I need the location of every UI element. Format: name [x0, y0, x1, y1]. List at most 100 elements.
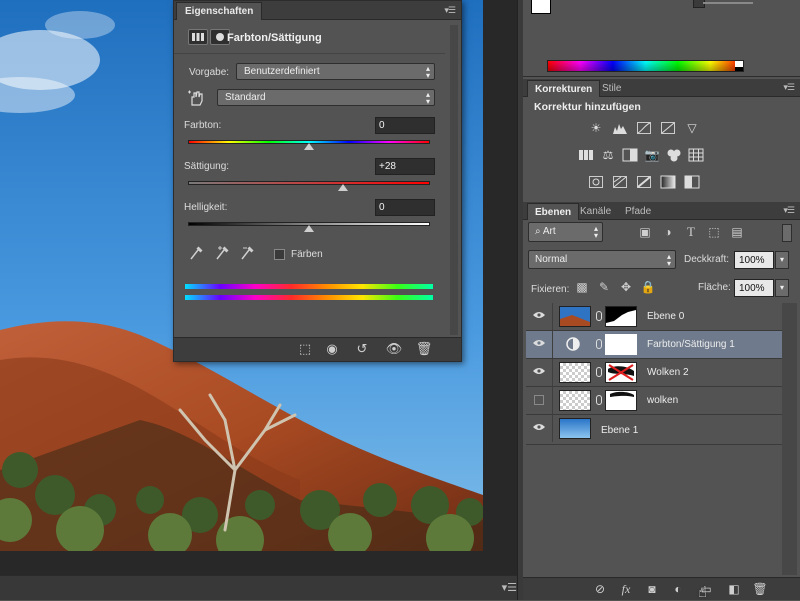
- add-mask-icon[interactable]: ◙: [643, 581, 661, 597]
- visibility-toggle[interactable]: [526, 359, 553, 386]
- posterize-icon[interactable]: [612, 175, 628, 189]
- panel-menu-icon[interactable]: ▾☰: [502, 581, 517, 594]
- panel-menu-icon[interactable]: ▾☰: [444, 5, 456, 16]
- tab-kanaele[interactable]: Kanäle: [573, 203, 618, 220]
- layer-row-ebene-0[interactable]: Ebene 0: [526, 303, 782, 331]
- gradient-map-icon[interactable]: [660, 175, 676, 189]
- layer-mask-thumbnail[interactable]: [605, 390, 637, 411]
- threshold-icon[interactable]: [636, 175, 652, 189]
- lock-image-pixels-icon[interactable]: ✎: [595, 279, 613, 295]
- targeted-adjustment-hand-icon[interactable]: [187, 89, 205, 107]
- panel-menu-icon[interactable]: ▾☰: [783, 205, 795, 216]
- visibility-toggle[interactable]: [526, 387, 553, 414]
- foreground-color-swatch[interactable]: [531, 0, 551, 14]
- channel-dropdown[interactable]: Standard ▴ ▾: [217, 89, 435, 106]
- vibrance-icon[interactable]: ▽: [684, 121, 700, 135]
- layer-row-wolken[interactable]: wolken: [526, 387, 782, 415]
- adjustment-layer-icon[interactable]: [188, 29, 208, 45]
- saturation-slider-thumb[interactable]: [337, 184, 348, 191]
- black-white-icon[interactable]: [622, 148, 638, 162]
- color-ramp[interactable]: [547, 60, 744, 72]
- selective-color-icon[interactable]: [684, 175, 700, 189]
- color-lookup-icon[interactable]: [688, 148, 704, 162]
- delete-layer-icon[interactable]: 🗑: [751, 581, 769, 597]
- visibility-icon[interactable]: 👁: [384, 341, 404, 357]
- color-slider-track[interactable]: [703, 2, 753, 4]
- new-layer-icon[interactable]: ◧: [725, 581, 743, 597]
- layers-scrollbar[interactable]: [782, 303, 797, 575]
- lightness-input[interactable]: 0: [375, 199, 435, 216]
- visibility-toggle[interactable]: [526, 331, 553, 358]
- layer-mask-thumbnail[interactable]: [605, 306, 637, 327]
- eyedropper-icon[interactable]: [189, 245, 203, 264]
- invert-icon[interactable]: [588, 175, 604, 189]
- exposure-icon[interactable]: [660, 121, 676, 135]
- tab-eigenschaften[interactable]: Eigenschaften: [176, 2, 263, 20]
- levels-icon[interactable]: [612, 121, 628, 135]
- reset-icon[interactable]: ↺: [352, 341, 372, 357]
- layer-mask-thumbnail[interactable]: [605, 334, 637, 355]
- filter-adjustment-layers-icon[interactable]: ◑: [659, 224, 677, 240]
- lock-transparency-icon[interactable]: ▩: [573, 279, 591, 295]
- saturation-input[interactable]: +28: [375, 158, 435, 175]
- adjustment-layer-icon: [566, 337, 580, 351]
- mask-link-icon[interactable]: [596, 339, 602, 349]
- filter-shape-layers-icon[interactable]: ⬚: [705, 224, 723, 240]
- panel-menu-icon[interactable]: ▾☰: [783, 82, 795, 93]
- opacity-input[interactable]: 100%: [734, 251, 774, 269]
- photo-filter-icon[interactable]: 📷: [644, 148, 660, 162]
- hue-saturation-icon[interactable]: [578, 148, 594, 162]
- blend-mode-dropdown[interactable]: Normal ▴ ▾: [528, 250, 676, 269]
- fill-dropdown-arrow[interactable]: ▾: [775, 279, 789, 297]
- layer-filter-dropdown[interactable]: ⌕ Art ▴ ▾: [528, 222, 603, 242]
- delete-icon[interactable]: 🗑: [414, 341, 434, 357]
- layer-mask-thumbnail[interactable]: [605, 362, 637, 383]
- lock-all-icon[interactable]: 🔒: [639, 279, 657, 295]
- properties-scrollbar[interactable]: [450, 25, 458, 335]
- layer-name[interactable]: wolken: [647, 395, 678, 406]
- tab-pfade[interactable]: Pfade: [618, 203, 658, 220]
- opacity-dropdown-arrow[interactable]: ▾: [775, 251, 789, 269]
- eyedropper-subtract-icon[interactable]: [240, 245, 256, 264]
- tab-ebenen[interactable]: Ebenen: [527, 203, 580, 220]
- link-layers-icon[interactable]: ⊘: [591, 581, 609, 597]
- color-balance-icon[interactable]: ⚖: [600, 148, 616, 162]
- lock-position-icon[interactable]: ✥: [617, 279, 635, 295]
- hue-slider-thumb[interactable]: [304, 143, 314, 150]
- layer-name[interactable]: Ebene 0: [647, 311, 684, 322]
- new-adjustment-layer-icon[interactable]: ◐: [669, 581, 687, 597]
- filter-smart-objects-icon[interactable]: ▤: [728, 224, 746, 240]
- dropdown-arrows-icon: ▴ ▾: [425, 64, 430, 80]
- tab-korrekturen[interactable]: Korrekturen: [527, 80, 601, 97]
- tab-stile[interactable]: Stile: [595, 80, 628, 97]
- hue-input[interactable]: 0: [375, 117, 435, 134]
- filter-type-layers-icon[interactable]: T: [682, 224, 700, 240]
- layer-row-ebene-1[interactable]: Ebene 1: [526, 415, 782, 445]
- colorize-checkbox[interactable]: [274, 249, 285, 260]
- lightness-slider-thumb[interactable]: [304, 225, 314, 232]
- layer-list: Ebene 0 Farbton/Sättigung 1 Wolken 2 wol…: [526, 303, 782, 575]
- brightness-contrast-icon[interactable]: ☀: [588, 121, 604, 135]
- layer-row-hue-saturation[interactable]: Farbton/Sättigung 1: [526, 331, 782, 359]
- layer-row-wolken-2[interactable]: Wolken 2: [526, 359, 782, 387]
- channel-mixer-icon[interactable]: [666, 148, 682, 162]
- filter-toggle-switch[interactable]: [782, 224, 792, 242]
- layer-name[interactable]: Ebene 1: [601, 425, 638, 436]
- curves-icon[interactable]: [636, 121, 652, 135]
- mask-link-icon[interactable]: [596, 311, 602, 321]
- fill-input[interactable]: 100%: [734, 279, 774, 297]
- clip-to-layer-icon[interactable]: ⬚: [295, 341, 315, 357]
- visibility-toggle[interactable]: [526, 415, 553, 442]
- eyedropper-add-icon[interactable]: [215, 245, 231, 264]
- filter-pixel-layers-icon[interactable]: ▣: [636, 224, 654, 240]
- layer-name[interactable]: Farbton/Sättigung 1: [647, 339, 735, 350]
- mask-link-icon[interactable]: [596, 367, 602, 377]
- saturation-slider-track[interactable]: [188, 181, 430, 185]
- mask-link-icon[interactable]: [596, 395, 602, 405]
- layer-name[interactable]: Wolken 2: [647, 367, 689, 378]
- view-previous-state-icon[interactable]: ◉: [322, 341, 342, 357]
- preset-dropdown[interactable]: Benutzerdefiniert ▴ ▾: [236, 63, 435, 80]
- color-bar-top: [185, 284, 433, 289]
- visibility-toggle[interactable]: [526, 303, 553, 330]
- layer-style-icon[interactable]: fx: [617, 581, 635, 597]
